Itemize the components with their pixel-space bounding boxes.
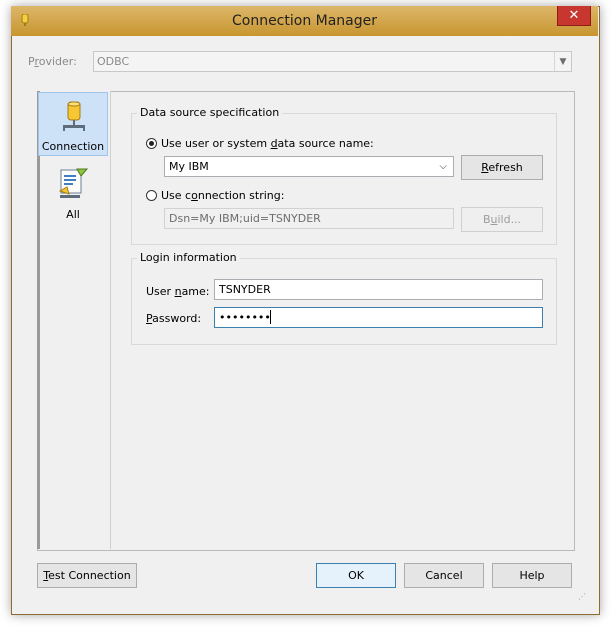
- dsn-radio[interactable]: [146, 138, 157, 149]
- connstr-option-label[interactable]: Use connection string:: [161, 189, 284, 202]
- chevron-down-icon[interactable]: ⌵: [439, 157, 447, 176]
- ok-button[interactable]: OK: [316, 563, 396, 588]
- sidebar: [37, 91, 111, 549]
- dsn-value: My IBM: [169, 160, 209, 173]
- provider-value: ODBC: [97, 55, 130, 68]
- password-field[interactable]: ••••••••: [214, 307, 543, 328]
- username-field[interactable]: TSNYDER: [214, 279, 543, 300]
- username-label: User name:: [146, 285, 210, 298]
- test-connection-button[interactable]: Test Connection: [37, 563, 137, 588]
- window-title: Connection Manager: [231, 13, 378, 29]
- connstr-field[interactable]: Dsn=My IBM;uid=TSNYDER: [164, 208, 454, 229]
- nav-item-connection-label: Connection: [41, 140, 105, 153]
- dsn-option-label[interactable]: Use user or system data source name:: [161, 137, 374, 150]
- properties-icon[interactable]: [57, 167, 89, 201]
- dsn-select[interactable]: My IBM ⌵: [164, 156, 454, 177]
- database-icon: [63, 101, 85, 131]
- resize-grip-icon[interactable]: ⋰: [578, 592, 588, 602]
- datasource-group-title: Data source specification: [137, 106, 283, 119]
- text-caret: [270, 310, 271, 324]
- close-button[interactable]: ✕: [557, 6, 591, 26]
- provider-select[interactable]: ODBC ▼: [93, 51, 572, 72]
- refresh-button[interactable]: Refresh: [461, 155, 543, 180]
- title-bar[interactable]: Connection Manager ✕: [11, 6, 598, 36]
- provider-label: Provider:: [28, 55, 77, 68]
- panel-edge: [37, 91, 40, 549]
- login-group: [131, 258, 557, 345]
- help-button[interactable]: Help: [492, 563, 572, 588]
- build-button[interactable]: Build...: [461, 207, 543, 232]
- cancel-button[interactable]: Cancel: [404, 563, 484, 588]
- nav-item-all-label[interactable]: All: [37, 208, 109, 221]
- login-group-title: Login information: [137, 251, 240, 264]
- connstr-radio[interactable]: [146, 190, 157, 201]
- password-label: Password:: [146, 312, 202, 325]
- chevron-down-icon[interactable]: ▼: [554, 52, 571, 71]
